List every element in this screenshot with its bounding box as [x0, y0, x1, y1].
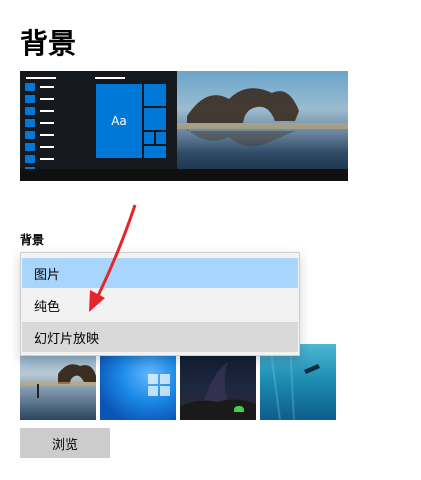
list-item-line [40, 122, 54, 124]
list-item-line [40, 158, 54, 160]
list-item-icon [25, 119, 35, 127]
dropdown-option-picture[interactable]: 图片 [22, 258, 298, 288]
list-item-icon [25, 131, 35, 139]
rock-arch-image [177, 88, 348, 147]
list-item-icon [25, 83, 35, 91]
tile [155, 131, 167, 145]
list-item-icon [25, 107, 35, 115]
background-label: 背景 [20, 233, 45, 247]
background-type-dropdown: 图片 纯色 幻灯片放映 [20, 252, 300, 356]
tile [143, 131, 155, 145]
page-title: 背景 [20, 27, 77, 60]
list-item-line [40, 134, 54, 136]
list-item-line [40, 86, 54, 88]
wallpaper-preview [177, 71, 348, 181]
list-item-icon [25, 143, 35, 151]
menu-line [95, 77, 125, 79]
list-item-icon [25, 95, 35, 103]
start-menu-preview: Aa [20, 71, 177, 181]
list-item-icon [25, 155, 35, 163]
tile-large: Aa [95, 83, 143, 159]
list-item-line [40, 98, 54, 100]
dropdown-option-solid-color[interactable]: 纯色 [22, 290, 298, 320]
windows-logo-icon [148, 374, 170, 396]
tile-label: Aa [111, 114, 127, 128]
taskbar-preview [20, 169, 348, 181]
background-preview: Aa [20, 71, 348, 181]
tile [143, 107, 167, 131]
tile [143, 83, 167, 107]
dropdown-option-slideshow[interactable]: 幻灯片放映 [22, 322, 298, 352]
list-item-line [40, 146, 54, 148]
tile [143, 145, 167, 159]
browse-button[interactable]: 浏览 [20, 428, 110, 458]
menu-line [26, 77, 56, 79]
list-item-line [40, 110, 54, 112]
tent-image [234, 406, 244, 412]
